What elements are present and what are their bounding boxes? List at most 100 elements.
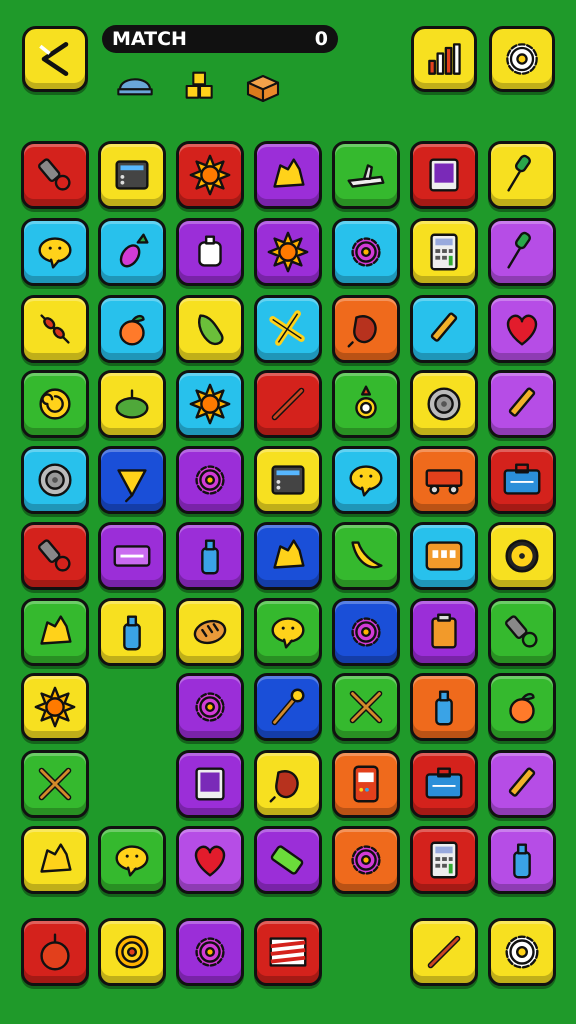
tile[interactable] — [488, 826, 556, 894]
tile[interactable] — [488, 598, 556, 666]
flag-icon — [269, 937, 307, 967]
tile[interactable] — [488, 446, 556, 514]
chart-icon — [428, 43, 461, 75]
tile[interactable] — [254, 446, 322, 514]
tile[interactable] — [21, 295, 89, 363]
tile[interactable] — [410, 522, 478, 590]
tile[interactable] — [254, 598, 322, 666]
tile[interactable] — [332, 295, 400, 363]
tile[interactable] — [176, 826, 244, 894]
gear-icon — [195, 692, 225, 722]
tile[interactable] — [332, 598, 400, 666]
tile[interactable] — [21, 522, 89, 590]
device-icon — [271, 465, 305, 495]
tile[interactable] — [176, 446, 244, 514]
settings-icon — [506, 43, 538, 75]
tile[interactable] — [332, 141, 400, 209]
crossed-icon — [38, 767, 72, 801]
tile[interactable] — [176, 218, 244, 286]
stats-button[interactable] — [411, 26, 477, 92]
tile[interactable] — [254, 673, 322, 741]
tile[interactable] — [254, 750, 322, 818]
tile[interactable] — [410, 673, 478, 741]
booster-tile[interactable] — [254, 918, 322, 986]
tile[interactable] — [176, 750, 244, 818]
tile[interactable] — [98, 141, 166, 209]
tile[interactable] — [98, 446, 166, 514]
face-icon — [349, 465, 383, 497]
tile[interactable] — [488, 295, 556, 363]
disc-icon — [38, 463, 72, 497]
tile[interactable] — [488, 370, 556, 438]
back-button[interactable] — [22, 26, 88, 92]
tile[interactable] — [254, 141, 322, 209]
collected-item — [115, 66, 155, 106]
tile[interactable] — [21, 446, 89, 514]
skewer-icon — [40, 314, 70, 344]
tile[interactable] — [176, 673, 244, 741]
disc-icon — [427, 387, 461, 421]
tile[interactable] — [410, 446, 478, 514]
tile[interactable] — [254, 218, 322, 286]
tile[interactable] — [254, 522, 322, 590]
tile[interactable] — [332, 522, 400, 590]
tile[interactable] — [98, 522, 166, 590]
tile[interactable] — [410, 218, 478, 286]
tile[interactable] — [21, 218, 89, 286]
tablet-icon — [429, 158, 459, 192]
tile[interactable] — [98, 598, 166, 666]
tile[interactable] — [410, 370, 478, 438]
gear-icon — [195, 465, 225, 495]
tile[interactable] — [488, 750, 556, 818]
tile[interactable] — [176, 598, 244, 666]
tile[interactable] — [21, 370, 89, 438]
collected-item — [243, 66, 283, 106]
tile[interactable] — [410, 750, 478, 818]
torch-icon — [271, 688, 305, 726]
tile[interactable] — [410, 295, 478, 363]
booster-tile[interactable] — [21, 918, 89, 986]
tile[interactable] — [98, 218, 166, 286]
tile[interactable] — [98, 370, 166, 438]
tile[interactable] — [176, 370, 244, 438]
tile[interactable] — [21, 141, 89, 209]
target-icon — [115, 935, 149, 969]
calculator-icon — [430, 233, 458, 271]
tile[interactable] — [98, 295, 166, 363]
tile[interactable] — [332, 826, 400, 894]
tile[interactable] — [254, 826, 322, 894]
tile[interactable] — [254, 370, 322, 438]
tile[interactable] — [176, 295, 244, 363]
booster-tile[interactable] — [176, 918, 244, 986]
tile[interactable] — [488, 141, 556, 209]
booster-tile[interactable] — [98, 918, 166, 986]
tile[interactable] — [21, 673, 89, 741]
heart-icon — [194, 845, 226, 877]
tile[interactable] — [332, 673, 400, 741]
tile[interactable] — [21, 826, 89, 894]
settings-icon — [505, 935, 539, 969]
tile[interactable] — [176, 522, 244, 590]
tile[interactable] — [176, 141, 244, 209]
options-button[interactable] — [488, 918, 556, 986]
fruit-icon — [119, 314, 145, 346]
tile[interactable] — [332, 750, 400, 818]
tool-button[interactable] — [410, 918, 478, 986]
tile[interactable] — [98, 826, 166, 894]
tile[interactable] — [332, 218, 400, 286]
tile[interactable] — [410, 141, 478, 209]
tile[interactable] — [21, 750, 89, 818]
crates-icon — [185, 71, 213, 99]
tile[interactable] — [488, 673, 556, 741]
tile[interactable] — [332, 370, 400, 438]
tile[interactable] — [21, 598, 89, 666]
tile[interactable] — [488, 522, 556, 590]
tile[interactable] — [410, 826, 478, 894]
settings-button[interactable] — [489, 26, 555, 92]
pen-icon — [430, 312, 458, 342]
tile[interactable] — [332, 446, 400, 514]
tile[interactable] — [488, 218, 556, 286]
tile[interactable] — [254, 295, 322, 363]
bomb-icon — [40, 933, 70, 971]
tile[interactable] — [410, 598, 478, 666]
